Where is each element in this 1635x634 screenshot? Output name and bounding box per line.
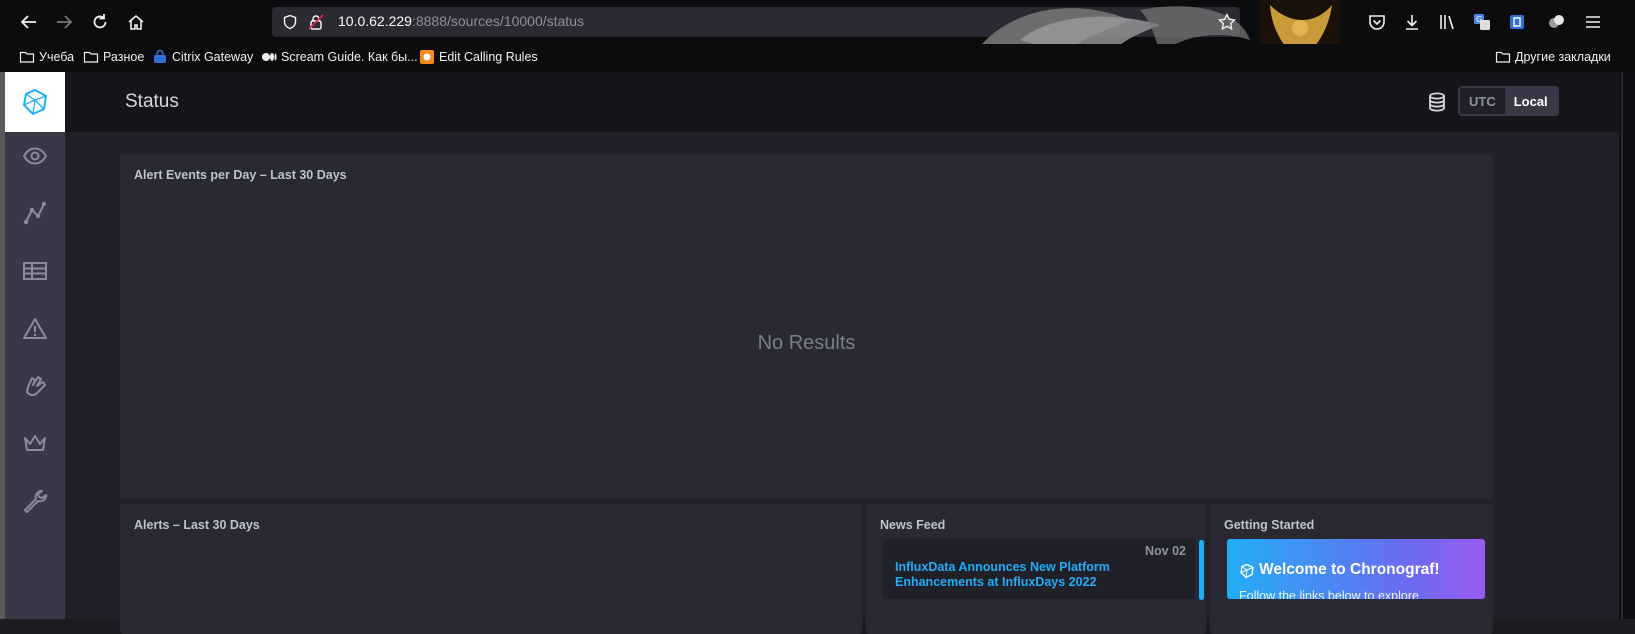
folder-icon bbox=[83, 49, 99, 65]
bookmark-citrix[interactable]: Citrix Gateway bbox=[152, 49, 253, 65]
url-text[interactable]: 10.0.62.229:8888/sources/10000/status bbox=[338, 13, 584, 31]
timezone-local-button[interactable]: Local bbox=[1504, 88, 1557, 114]
news-item[interactable]: Nov 02 InfluxData Announces New Platform… bbox=[883, 539, 1195, 599]
bookmark-label: Citrix Gateway bbox=[172, 50, 254, 64]
download-icon[interactable] bbox=[1401, 11, 1423, 33]
page-title: Status bbox=[125, 91, 179, 112]
news-scrollbar[interactable] bbox=[1199, 540, 1204, 600]
bookmark-label: Scream Guide. Как бы... bbox=[281, 50, 418, 64]
crown-icon[interactable] bbox=[22, 430, 48, 456]
insecure-lock-icon[interactable] bbox=[308, 14, 324, 30]
medium-icon bbox=[261, 49, 277, 65]
translate-icon[interactable]: G bbox=[1471, 11, 1493, 33]
pocket-icon[interactable] bbox=[1366, 11, 1388, 33]
chronograf-logo-icon bbox=[22, 88, 48, 116]
account-icon[interactable] bbox=[1545, 11, 1567, 33]
bookmark-label: Учеба bbox=[39, 50, 75, 64]
graph-icon[interactable] bbox=[22, 200, 48, 226]
eye-icon[interactable] bbox=[22, 143, 48, 169]
no-results-message: No Results bbox=[757, 332, 856, 354]
alerts-panel: Alerts – Last 30 Days bbox=[120, 504, 862, 634]
bookmark-ucheba[interactable]: Учеба bbox=[19, 49, 74, 65]
news-date: Nov 02 bbox=[1145, 544, 1186, 558]
chronograf-logo[interactable] bbox=[5, 72, 65, 132]
menu-icon[interactable] bbox=[1582, 11, 1604, 33]
timezone-toggle: UTC Local bbox=[1458, 86, 1559, 116]
welcome-title: Welcome to Chronograf! bbox=[1259, 561, 1440, 578]
chronograf-logo-icon bbox=[1240, 563, 1254, 579]
timezone-utc-button[interactable]: UTC bbox=[1460, 88, 1505, 114]
bookmark-scream-guide[interactable]: Scream Guide. Как бы... bbox=[261, 49, 418, 65]
hand-icon[interactable] bbox=[22, 373, 48, 399]
bookmark-label: Разное bbox=[103, 50, 145, 64]
bookmark-raznoe[interactable]: Разное bbox=[83, 49, 144, 65]
svg-text:G: G bbox=[1476, 15, 1482, 24]
panel-title: Alerts – Last 30 Days bbox=[134, 518, 260, 532]
main-content: Status UTC Local Alert Events per Day – … bbox=[65, 72, 1619, 634]
other-bookmarks[interactable]: Другие закладки bbox=[1495, 49, 1611, 65]
database-icon[interactable] bbox=[1428, 92, 1446, 112]
folder-icon bbox=[19, 49, 35, 65]
url-host: 10.0.62.229 bbox=[338, 13, 412, 29]
welcome-card: Welcome to Chronograf! Follow the links … bbox=[1227, 539, 1485, 599]
panel-title: Alert Events per Day – Last 30 Days bbox=[134, 168, 347, 182]
bookmark-label: Другие закладки bbox=[1515, 50, 1611, 64]
home-icon[interactable] bbox=[125, 11, 147, 33]
panel-title: Getting Started bbox=[1224, 518, 1315, 532]
reload-icon[interactable] bbox=[89, 11, 111, 33]
news-headline-link[interactable]: InfluxData Announces New Platform Enhanc… bbox=[895, 560, 1125, 590]
page-header: Status UTC Local bbox=[65, 72, 1619, 132]
wrench-icon[interactable] bbox=[22, 488, 48, 514]
panel-title: News Feed bbox=[880, 518, 946, 532]
shield-icon[interactable] bbox=[282, 14, 298, 30]
citrix-icon bbox=[152, 49, 168, 65]
bookmarks-bar: Учеба Разное Citrix Gateway Scream Guide… bbox=[0, 44, 1635, 72]
sidebar bbox=[5, 72, 65, 619]
news-feed-panel: News Feed Nov 02 InfluxData Announces Ne… bbox=[866, 504, 1206, 634]
alert-events-panel: Alert Events per Day – Last 30 Days No R… bbox=[120, 154, 1493, 499]
forward-icon[interactable] bbox=[53, 11, 75, 33]
welcome-subtitle: Follow the links below to explore bbox=[1239, 589, 1419, 599]
app-icon bbox=[419, 49, 435, 65]
back-icon[interactable] bbox=[18, 11, 40, 33]
browser-toolbar: 10.0.62.229:8888/sources/10000/status G bbox=[0, 0, 1635, 70]
scrollbar-track[interactable] bbox=[1619, 72, 1635, 619]
table-icon[interactable] bbox=[22, 258, 48, 284]
alert-triangle-icon[interactable] bbox=[22, 316, 48, 342]
extension-icon[interactable] bbox=[1506, 11, 1528, 33]
folder-icon bbox=[1495, 49, 1511, 65]
getting-started-panel: Getting Started Welcome to Chronograf! F… bbox=[1210, 504, 1493, 634]
bookmark-star-icon[interactable] bbox=[1216, 11, 1238, 33]
library-icon[interactable] bbox=[1436, 11, 1458, 33]
url-path: :8888/sources/10000/status bbox=[411, 13, 584, 29]
bookmark-edit-calling-rules[interactable]: Edit Calling Rules bbox=[419, 49, 538, 65]
bookmark-label: Edit Calling Rules bbox=[439, 50, 538, 64]
